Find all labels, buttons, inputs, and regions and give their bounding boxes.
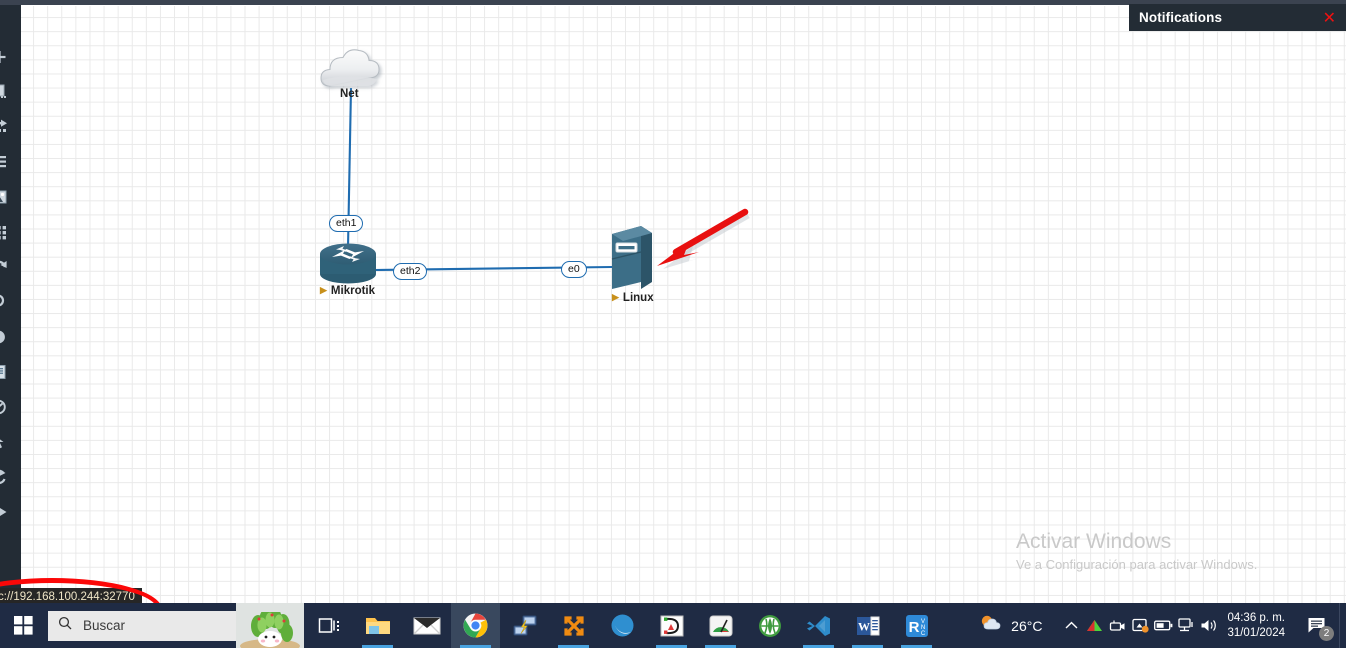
onedrive-sync-icon[interactable] [1129,603,1152,648]
add-node-icon[interactable] [0,39,21,74]
system-tray[interactable]: 26°C 04:36 p. m. 31/01/2024 2 [979,603,1346,648]
file-explorer-icon[interactable] [353,603,402,648]
wireshark-icon[interactable] [745,603,794,648]
watermark-title: Activar Windows [1016,530,1172,553]
link-arrow-icon[interactable] [0,109,21,144]
search-icon [58,616,72,635]
rotate-icon[interactable] [0,459,21,494]
watermark-subtitle: Ve a Configuración para activar Windows. [1016,557,1258,572]
desktop-mascot-icon [236,603,304,648]
camera-icon[interactable] [1106,603,1129,648]
remote-desktop-icon[interactable] [500,603,549,648]
clock[interactable]: 04:36 p. m. 31/01/2024 [1227,611,1285,641]
zoom-icon[interactable] [0,284,21,319]
battery-icon[interactable] [1152,603,1175,648]
search-input[interactable]: Buscar [48,610,236,641]
clock-icon[interactable] [0,389,21,424]
svg-text:W: W [858,619,870,633]
gns3-canvas[interactable] [21,6,1346,603]
jquery-blue-icon[interactable] [598,603,647,648]
search-placeholder: Buscar [83,618,126,633]
cursor-icon[interactable] [0,424,21,459]
show-desktop-button[interactable] [1339,603,1346,648]
gns3-icon[interactable] [549,603,598,648]
align-icon[interactable] [0,144,21,179]
move-arrow-icon[interactable] [0,494,21,529]
realvnc-icon[interactable]: RVNC [892,603,941,648]
port-label-e0[interactable]: e0 [561,261,587,279]
port-label-eth2[interactable]: eth2 [393,263,428,281]
node-label-net: Net [340,88,359,100]
draw-tool-icon[interactable] [647,603,696,648]
close-icon[interactable]: ✕ [1323,9,1336,26]
start-button[interactable] [0,603,46,648]
svg-text:C: C [920,631,925,637]
node-label-mikrotik: Mikrotik [320,285,375,297]
weather-widget[interactable]: 26°C [979,613,1042,638]
network-icon[interactable] [1175,603,1198,648]
action-center-icon[interactable]: 2 [1295,603,1339,648]
mail-icon[interactable] [402,603,451,648]
reload-icon[interactable] [0,249,21,284]
node-label-linux: Linux [612,292,654,304]
left-toolbar[interactable] [0,5,21,603]
vscode-icon[interactable] [794,603,843,648]
word-icon[interactable]: W [843,603,892,648]
chrome-icon[interactable] [451,603,500,648]
port-label-eth1[interactable]: eth1 [329,215,364,233]
clock-date: 31/01/2024 [1227,626,1285,639]
windows-activation-watermark: Activar Windows Ve a Configuración para … [1016,530,1336,574]
clock-time: 04:36 p. m. [1227,611,1285,624]
show-hidden-icons-icon[interactable] [1060,603,1083,648]
notifications-panel[interactable]: Notifications ✕ [1129,4,1346,31]
volume-icon[interactable] [1198,603,1221,648]
weather-temperature: 26°C [1011,617,1043,634]
task-view-icon[interactable] [304,603,353,648]
svg-text:R: R [908,619,919,636]
grid-icon[interactable] [0,214,21,249]
notification-count-badge: 2 [1319,626,1334,641]
windows-taskbar[interactable]: Buscar W R V N C 26°C 04:36 p. m. 31/01/… [0,603,1346,648]
nvidia-icon[interactable] [1083,603,1106,648]
weather-icon [979,613,1003,638]
note-icon[interactable] [0,74,21,109]
notifications-title: Notifications [1139,10,1223,25]
info-icon[interactable] [0,319,21,354]
console-icon[interactable] [0,354,21,389]
speed-meter-icon[interactable] [696,603,745,648]
image-icon[interactable] [0,179,21,214]
